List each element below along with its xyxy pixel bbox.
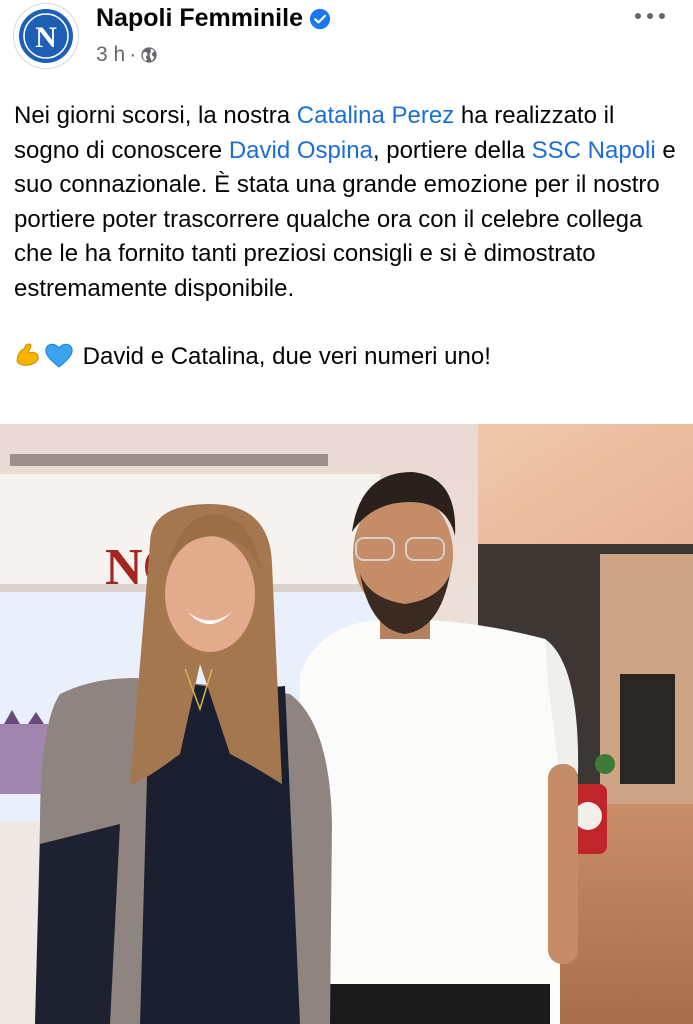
post-closing-line: David e Catalina, due veri numeri uno! (82, 343, 491, 370)
more-dot (659, 13, 665, 19)
author-name[interactable]: Napoli Femminile (96, 4, 303, 33)
post-paragraph-2: David e Catalina, due veri numeri uno! (14, 340, 682, 375)
flexed-biceps-emoji (16, 343, 39, 366)
globe-icon[interactable] (140, 46, 158, 64)
more-dot (635, 13, 641, 19)
mention-catalina-perez[interactable]: Catalina Perez (297, 102, 454, 129)
mention-david-ospina[interactable]: David Ospina (229, 137, 373, 164)
post-header: N Napoli Femminile 3 h · (0, 0, 693, 80)
post-photo[interactable]: NO (0, 424, 693, 1024)
text-segment: , portiere della (372, 136, 532, 164)
mention-ssc-napoli[interactable]: SSC Napoli (532, 137, 656, 164)
more-options-button[interactable] (635, 4, 665, 28)
post-text: Nei giorni scorsi, la nostra Catalina Pe… (14, 99, 682, 375)
meta-separator: · (129, 43, 137, 66)
napoli-logo-icon: N (16, 6, 76, 66)
text-segment: Nei giorni scorsi, la nostra (14, 102, 297, 129)
more-dot (647, 13, 653, 19)
photo-illustration: NO (0, 424, 693, 1024)
svg-text:N: N (35, 21, 57, 54)
post-time[interactable]: 3 h (96, 43, 125, 67)
napoli-logo-avatar[interactable]: N (13, 3, 79, 69)
page-name[interactable]: Napoli Femminile (96, 4, 331, 33)
blue-heart-emoji (45, 343, 73, 368)
post-paragraph-1: Nei giorni scorsi, la nostra Catalina Pe… (14, 99, 682, 306)
post-meta: 3 h · (96, 43, 158, 67)
verified-badge-icon (309, 8, 331, 29)
